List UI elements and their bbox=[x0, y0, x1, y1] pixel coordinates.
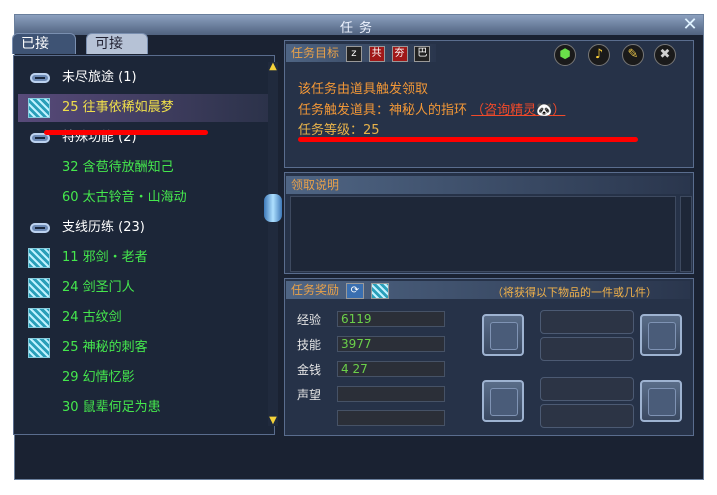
reward-label-reputation: 声望 bbox=[297, 388, 322, 402]
scroll-up-icon[interactable]: ▲ bbox=[268, 62, 278, 72]
target-header: 任务目标 z 共 夯 巴 bbox=[286, 44, 436, 62]
quest-row-selected[interactable]: 25 往事依稀如晨梦 bbox=[18, 94, 272, 122]
reward-label-money: 金钱 bbox=[297, 363, 322, 377]
quest-title: 29 幻情忆影 bbox=[62, 370, 135, 385]
quest-row[interactable]: 24 古纹剑 bbox=[18, 304, 272, 332]
empty-slot-icon bbox=[490, 388, 518, 416]
close-icon[interactable]: ✕ bbox=[681, 16, 699, 34]
quest-row[interactable]: 32 含苞待放酬知己 bbox=[18, 154, 272, 182]
empty-slot-icon bbox=[648, 388, 676, 416]
quest-list: 未尽旅途 (1) 25 往事依稀如晨梦 特殊功能 (2) 32 含苞待放酬知己 … bbox=[13, 55, 275, 435]
reward-slot-2[interactable] bbox=[640, 314, 682, 356]
scroll-icon bbox=[370, 282, 389, 299]
collapse-icon[interactable] bbox=[30, 73, 50, 83]
quest-row[interactable]: 30 鼠辈何足为患 bbox=[18, 394, 272, 422]
scroll-down-icon[interactable]: ▼ bbox=[268, 416, 278, 426]
abandon-icon[interactable]: 夯 bbox=[391, 45, 408, 62]
panda-icon: 🐼 bbox=[536, 103, 553, 118]
scroll-icon bbox=[28, 248, 50, 268]
reward-label-exp: 经验 bbox=[297, 313, 322, 327]
quest-row[interactable]: 11 邪剑・老者 bbox=[18, 244, 272, 272]
annotation-underline-left bbox=[44, 130, 208, 135]
quest-title: 30 鼠辈何足为患 bbox=[62, 400, 161, 415]
quest-title: 25 神秘的刺客 bbox=[62, 340, 148, 355]
scroll-icon bbox=[28, 308, 50, 328]
claim-text-area bbox=[290, 196, 676, 272]
reward-value-reputation bbox=[337, 386, 445, 402]
quest-title: 24 古纹剑 bbox=[62, 310, 122, 325]
scroll-icon bbox=[28, 98, 50, 118]
gem-icon[interactable]: ⬢ bbox=[554, 44, 576, 66]
reward-name-3 bbox=[540, 377, 634, 401]
quest-title: 25 往事依稀如晨梦 bbox=[62, 100, 174, 115]
money-amount: 4 27 bbox=[341, 362, 368, 376]
scroll-icon bbox=[28, 278, 50, 298]
scroll-icon bbox=[28, 338, 50, 358]
reward-slot-3[interactable] bbox=[482, 380, 524, 422]
reward-value-exp: 6119 bbox=[337, 311, 445, 327]
target-line-trigger: 该任务由道具触发领取 bbox=[298, 82, 429, 97]
broom-icon[interactable]: ✎ bbox=[622, 44, 644, 66]
reward-slot-1[interactable] bbox=[482, 314, 524, 356]
quest-title: 32 含苞待放酬知己 bbox=[62, 160, 174, 175]
reward-name-1 bbox=[540, 310, 634, 334]
spin-icon: ⟳ bbox=[345, 282, 364, 299]
reward-slot-4[interactable] bbox=[640, 380, 682, 422]
ba-icon[interactable]: 巴 bbox=[414, 45, 431, 62]
tools-icon[interactable]: ✖ bbox=[654, 44, 676, 66]
reward-value-extra bbox=[337, 410, 445, 426]
reward-name-2 bbox=[540, 337, 634, 361]
claim-header: 领取说明 bbox=[286, 176, 690, 194]
quest-row[interactable]: 60 太古铃音・山海动 bbox=[18, 184, 272, 212]
target-line-item: 任务触发道具：神秘人的指环 （咨询精灵🐼） bbox=[298, 103, 566, 118]
scroll-thumb[interactable] bbox=[264, 194, 282, 222]
category-row[interactable]: 特殊功能 (2) bbox=[18, 124, 272, 152]
collapse-icon[interactable] bbox=[30, 223, 50, 233]
annotation-underline-right bbox=[298, 137, 638, 142]
quest-title: 11 邪剑・老者 bbox=[62, 250, 148, 265]
quest-title: 24 剑圣门人 bbox=[62, 280, 135, 295]
ask-spirit-link[interactable]: （咨询精灵🐼） bbox=[471, 103, 565, 118]
reward-value-money: 4 27 bbox=[337, 361, 445, 377]
title-bar[interactable]: 任务 ✕ bbox=[15, 15, 703, 36]
quest-row[interactable]: 25 神秘的刺客 bbox=[18, 334, 272, 362]
tab-available[interactable]: 可接 bbox=[86, 33, 148, 54]
tab-accepted[interactable]: 已接 bbox=[12, 33, 76, 54]
quest-row[interactable]: 24 剑圣门人 bbox=[18, 274, 272, 302]
reward-value-skill: 3977 bbox=[337, 336, 445, 352]
empty-slot-icon bbox=[648, 322, 676, 350]
reward-name-4 bbox=[540, 404, 634, 428]
share-icon[interactable]: 共 bbox=[368, 45, 385, 62]
quest-title: 60 太古铃音・山海动 bbox=[62, 190, 187, 205]
reward-label-skill: 技能 bbox=[297, 338, 322, 352]
speaker-icon[interactable]: ♪ bbox=[588, 44, 610, 66]
quest-row[interactable]: 29 幻情忆影 bbox=[18, 364, 272, 392]
quest-list-scrollbar[interactable]: ▲ ▼ bbox=[264, 62, 282, 426]
claim-scrollbar[interactable] bbox=[680, 196, 692, 272]
reward-hint: （将获得以下物品的一件或几件） bbox=[492, 286, 657, 299]
category-row[interactable]: 未尽旅途 (1) bbox=[18, 64, 272, 92]
empty-slot-icon bbox=[490, 322, 518, 350]
target-line-level: 任务等级：25 bbox=[298, 123, 380, 138]
category-row[interactable]: 支线历练 (23) bbox=[18, 214, 272, 242]
z-icon[interactable]: z bbox=[345, 45, 362, 62]
